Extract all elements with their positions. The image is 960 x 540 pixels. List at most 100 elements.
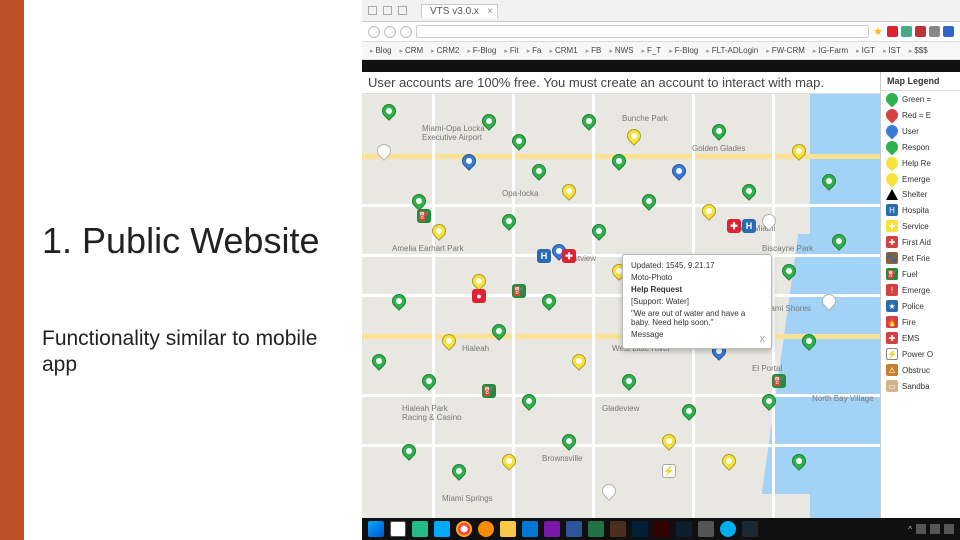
map-pin[interactable] — [619, 371, 639, 391]
map-pin[interactable] — [559, 431, 579, 451]
map-pin[interactable] — [679, 401, 699, 421]
map-pin[interactable] — [659, 431, 679, 451]
legend-icon: 🐾 — [886, 252, 898, 264]
star-icon[interactable]: ★ — [873, 25, 883, 38]
fuel-icon[interactable]: ⛽ — [512, 284, 526, 298]
hospital-icon[interactable]: H — [537, 249, 551, 263]
chrome-icon[interactable] — [456, 521, 472, 537]
bookmark[interactable]: F_T — [642, 46, 662, 55]
firstaid-icon[interactable]: ✚ — [562, 249, 576, 263]
map-canvas[interactable]: Miami-Opa Locka Executive Airport Amelia… — [362, 94, 880, 518]
bookmark[interactable]: IG-Farm — [813, 46, 848, 55]
legend-icon: ★ — [886, 300, 898, 312]
close-icon[interactable]: × — [487, 6, 493, 17]
info-banner: User accounts are 100% free. You must cr… — [362, 72, 880, 94]
tray-icon[interactable] — [930, 524, 940, 534]
excel-icon[interactable] — [588, 521, 604, 537]
start-button[interactable] — [368, 521, 384, 537]
ext-icon[interactable] — [915, 26, 926, 37]
legend-icon: H — [886, 204, 898, 216]
bookmark[interactable]: IGT — [856, 46, 875, 55]
ext-icon[interactable] — [887, 26, 898, 37]
ext-icon[interactable] — [929, 26, 940, 37]
illustrator-icon[interactable] — [654, 521, 670, 537]
taskbar-icon[interactable] — [698, 521, 714, 537]
power-icon[interactable]: ⚡ — [662, 464, 676, 478]
map-pin[interactable] — [499, 451, 519, 471]
taskbar-icon[interactable] — [390, 521, 406, 537]
map-pin[interactable] — [449, 461, 469, 481]
hospital-icon[interactable]: H — [742, 219, 756, 233]
road — [772, 94, 775, 518]
steam-icon[interactable] — [742, 521, 758, 537]
popup-message-link[interactable]: Message — [631, 330, 763, 339]
bookmark[interactable]: FB — [586, 46, 602, 55]
tray-icon[interactable] — [916, 524, 926, 534]
forward-icon[interactable] — [384, 26, 396, 38]
word-icon[interactable] — [566, 521, 582, 537]
tray-icon[interactable] — [944, 524, 954, 534]
map-pin[interactable] — [599, 481, 619, 501]
popup-moto: Moto-Photo — [631, 273, 763, 282]
bookmark[interactable]: Fit — [504, 46, 518, 55]
bookmark[interactable]: FLT-ADLogin — [706, 46, 758, 55]
firstaid-icon[interactable]: ✚ — [727, 219, 741, 233]
map-pin[interactable] — [479, 111, 499, 131]
bookmark[interactable]: F-Blog — [467, 46, 496, 55]
firefox-icon[interactable] — [478, 521, 494, 537]
legend-label: Sandba — [902, 382, 930, 391]
map-pin[interactable] — [469, 271, 489, 291]
stop-icon[interactable]: ● — [472, 289, 486, 303]
bookmark[interactable]: Blog — [370, 46, 391, 55]
map-pin[interactable] — [529, 161, 549, 181]
map-pin[interactable] — [719, 451, 739, 471]
tray-chevron-icon[interactable]: ^ — [908, 525, 912, 534]
taskbar-icon[interactable] — [434, 521, 450, 537]
folder-icon[interactable] — [500, 521, 516, 537]
legend-label: Emerge — [902, 175, 930, 184]
ext-icon[interactable] — [943, 26, 954, 37]
bookmark[interactable]: IST — [883, 46, 901, 55]
lightroom-icon[interactable] — [676, 521, 692, 537]
fuel-icon[interactable]: ⛽ — [772, 374, 786, 388]
map-pin[interactable] — [369, 351, 389, 371]
legend-label: Red = E — [902, 111, 931, 120]
skype-icon[interactable] — [720, 521, 736, 537]
photoshop-icon[interactable] — [632, 521, 648, 537]
map-pin[interactable] — [569, 351, 589, 371]
map-pin[interactable] — [669, 161, 689, 181]
map-pin[interactable] — [379, 101, 399, 121]
fuel-icon[interactable]: ⛽ — [482, 384, 496, 398]
bookmark[interactable]: Fa — [527, 46, 542, 55]
bookmark[interactable]: CRM2 — [431, 46, 459, 55]
map-pin[interactable] — [739, 181, 759, 201]
back-icon[interactable] — [368, 26, 380, 38]
bookmark[interactable]: $$$ — [909, 46, 928, 55]
bookmark[interactable]: CRM — [399, 46, 423, 55]
fuel-icon[interactable]: ⛽ — [417, 209, 431, 223]
outlook-icon[interactable] — [522, 521, 538, 537]
map-pin[interactable] — [579, 111, 599, 131]
map-pin[interactable] — [709, 121, 729, 141]
map-pin[interactable] — [559, 181, 579, 201]
map-pin[interactable] — [624, 126, 644, 146]
legend-icon: ✚ — [886, 236, 898, 248]
map-pin[interactable] — [759, 211, 779, 231]
legend-label: First Aid — [902, 238, 931, 247]
map-pin[interactable] — [499, 211, 519, 231]
bookmark[interactable]: CRM1 — [550, 46, 578, 55]
map-pin[interactable] — [409, 191, 429, 211]
url-input[interactable] — [416, 25, 869, 38]
map-pin[interactable] — [419, 371, 439, 391]
browser-tab[interactable]: VTS v3.0.x × — [421, 4, 498, 18]
bookmark[interactable]: NWS — [609, 46, 633, 55]
onenote-icon[interactable] — [544, 521, 560, 537]
bookmark[interactable]: F-Blog — [669, 46, 698, 55]
ext-icon[interactable] — [901, 26, 912, 37]
bridge-icon[interactable] — [610, 521, 626, 537]
popup-close-icon[interactable]: X — [760, 335, 765, 344]
bookmark[interactable]: FW-CRM — [766, 46, 805, 55]
reload-icon[interactable] — [400, 26, 412, 38]
taskbar-icon[interactable] — [412, 521, 428, 537]
map-pin[interactable] — [639, 191, 659, 211]
